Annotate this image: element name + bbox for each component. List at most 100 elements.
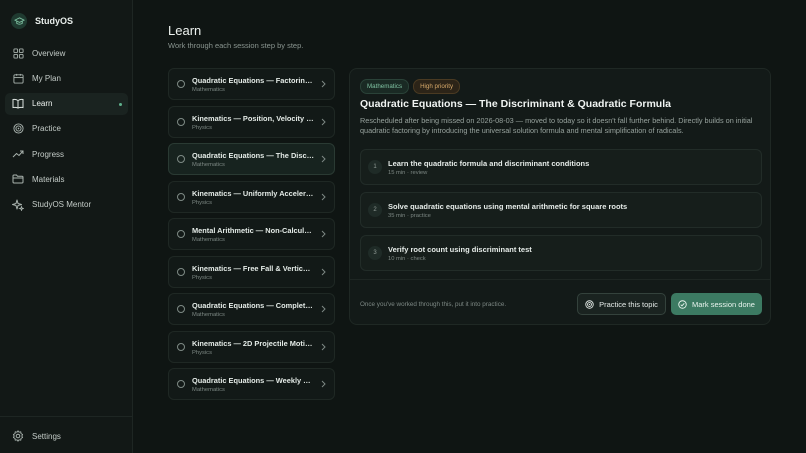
status-circle-icon[interactable] [177, 230, 185, 238]
session-item[interactable]: Quadratic Equations — Completin... Mathe… [168, 293, 335, 325]
sidebar-item-overview[interactable]: Overview [5, 42, 128, 64]
sidebar-divider [0, 416, 133, 417]
page-title: Learn [168, 23, 202, 38]
mark-session-done-button[interactable]: Mark session done [671, 293, 762, 315]
sidebar-item-label: Materials [32, 174, 65, 184]
session-title: Quadratic Equations — Weekly Re... [192, 376, 314, 385]
status-circle-icon[interactable] [177, 155, 185, 163]
step-item[interactable]: 2 Solve quadratic equations using mental… [360, 192, 762, 228]
settings-label: Settings [32, 431, 61, 441]
step-title: Learn the quadratic formula and discrimi… [388, 159, 590, 168]
session-subject: Mathematics [192, 237, 225, 243]
session-item[interactable]: Mental Arithmetic — Non-Calcula... Mathe… [168, 218, 335, 250]
subject-tag: Mathematics [360, 79, 410, 94]
session-detail-panel: Mathematics High priority Quadratic Equa… [349, 68, 771, 325]
session-subject: Mathematics [192, 312, 225, 318]
active-indicator [119, 102, 122, 106]
status-circle-icon[interactable] [177, 267, 185, 276]
chevron-right-icon [321, 343, 326, 351]
chevron-right-icon [321, 230, 326, 238]
mark-session-done-label: Mark session done [692, 299, 755, 309]
sidebar-item-progress[interactable]: Progress [5, 143, 128, 165]
brand[interactable]: StudyOS [11, 12, 73, 30]
session-title: Quadratic Equations — The Discri... [192, 151, 314, 160]
sidebar-item-label: StudyOS Mentor [32, 200, 92, 210]
book-icon [12, 98, 24, 110]
folder-icon [12, 173, 24, 185]
sidebar-item-label: Overview [32, 48, 66, 58]
gear-icon [12, 430, 24, 442]
session-title: Mental Arithmetic — Non-Calcula... [192, 226, 314, 235]
chevron-right-icon [321, 193, 326, 201]
session-subject: Physics [192, 199, 212, 206]
step-list: 1 Learn the quadratic formula and discri… [360, 149, 762, 278]
status-circle-icon[interactable] [177, 380, 185, 388]
step-number: 1 [368, 160, 382, 174]
practice-hint: Once you've worked through this, put it … [360, 301, 507, 308]
sidebar-item-studyos-mentor[interactable]: StudyOS Mentor [5, 194, 128, 216]
sidebar-item-my-plan[interactable]: My Plan [5, 67, 128, 89]
session-title: Kinematics — Uniformly Accelerat... [192, 188, 314, 198]
session-title: Kinematics — 2D Projectile Motio... [192, 338, 314, 348]
practice-topic-button[interactable]: Practice this topic [577, 293, 666, 315]
tag-row: Mathematics High priority [360, 79, 464, 94]
check-circle-icon [678, 299, 687, 309]
app-name: StudyOS [35, 16, 74, 26]
sidebar-item-label: Practice [32, 124, 61, 134]
status-circle-icon[interactable] [177, 117, 185, 126]
session-subject: Physics [192, 124, 212, 131]
page-subtitle: Work through each session step by step. [168, 41, 304, 50]
session-item[interactable]: Kinematics — Uniformly Accelerat... Phys… [168, 180, 335, 213]
grid-icon [12, 47, 24, 59]
session-subject: Physics [192, 349, 212, 356]
session-title: Kinematics — Free Fall & Vertical ... [192, 263, 314, 273]
session-item[interactable]: Kinematics — Free Fall & Vertical ... Ph… [168, 255, 335, 288]
session-detail-title: Quadratic Equations — The Discriminant &… [360, 98, 671, 110]
step-number: 3 [368, 246, 382, 260]
session-item[interactable]: Quadratic Equations — Weekly Re... Mathe… [168, 368, 335, 400]
trend-icon [12, 148, 24, 160]
sidebar-item-settings[interactable]: Settings [12, 430, 61, 442]
status-circle-icon[interactable] [177, 342, 185, 351]
chevron-right-icon [321, 118, 326, 126]
sidebar-item-learn[interactable]: Learn [5, 92, 128, 115]
graduation-cap-icon [11, 13, 27, 29]
session-item-selected[interactable]: Quadratic Equations — The Discri... Math… [168, 143, 335, 175]
session-list: Quadratic Equations — Factoring ... Math… [168, 68, 335, 406]
session-title: Quadratic Equations — Factoring ... [192, 76, 314, 85]
practice-topic-label: Practice this topic [599, 299, 658, 309]
session-item[interactable]: Kinematics — 2D Projectile Motio... Phys… [168, 330, 335, 363]
step-meta: 10 min · check [388, 256, 426, 262]
priority-badge: High priority [413, 79, 461, 94]
target-icon [12, 123, 24, 135]
chevron-right-icon [321, 80, 326, 88]
session-subject: Mathematics [192, 87, 225, 93]
target-icon [585, 299, 594, 309]
session-subject: Mathematics [192, 387, 225, 393]
status-circle-icon[interactable] [177, 192, 185, 201]
session-subject: Mathematics [192, 162, 225, 168]
session-item[interactable]: Quadratic Equations — Factoring ... Math… [168, 68, 335, 100]
step-meta: 15 min · review [388, 170, 428, 176]
sidebar-item-materials[interactable]: Materials [5, 168, 128, 190]
sidebar-item-practice[interactable]: Practice [5, 118, 128, 140]
chevron-right-icon [321, 380, 326, 388]
sidebar-item-label: Progress [32, 149, 65, 159]
step-item[interactable]: 1 Learn the quadratic formula and discri… [360, 149, 762, 185]
status-circle-icon[interactable] [177, 80, 185, 88]
sidebar: StudyOS Overview My Plan Learn Practice … [0, 0, 133, 453]
status-circle-icon[interactable] [177, 305, 185, 313]
session-title: Quadratic Equations — Completin... [192, 301, 314, 310]
sidebar-item-label: Learn [32, 99, 53, 109]
step-title: Solve quadratic equations using mental a… [388, 202, 628, 211]
chevron-right-icon [321, 155, 326, 163]
session-item[interactable]: Kinematics — Position, Velocity & ... Ph… [168, 105, 335, 138]
calendar-icon [12, 72, 24, 84]
step-number: 2 [368, 203, 382, 217]
chevron-right-icon [321, 305, 326, 313]
detail-divider [350, 279, 770, 280]
step-title: Verify root count using discriminant tes… [388, 245, 532, 254]
step-item[interactable]: 3 Verify root count using discriminant t… [360, 235, 762, 271]
chevron-right-icon [321, 268, 326, 276]
step-meta: 35 min · practice [388, 213, 431, 219]
